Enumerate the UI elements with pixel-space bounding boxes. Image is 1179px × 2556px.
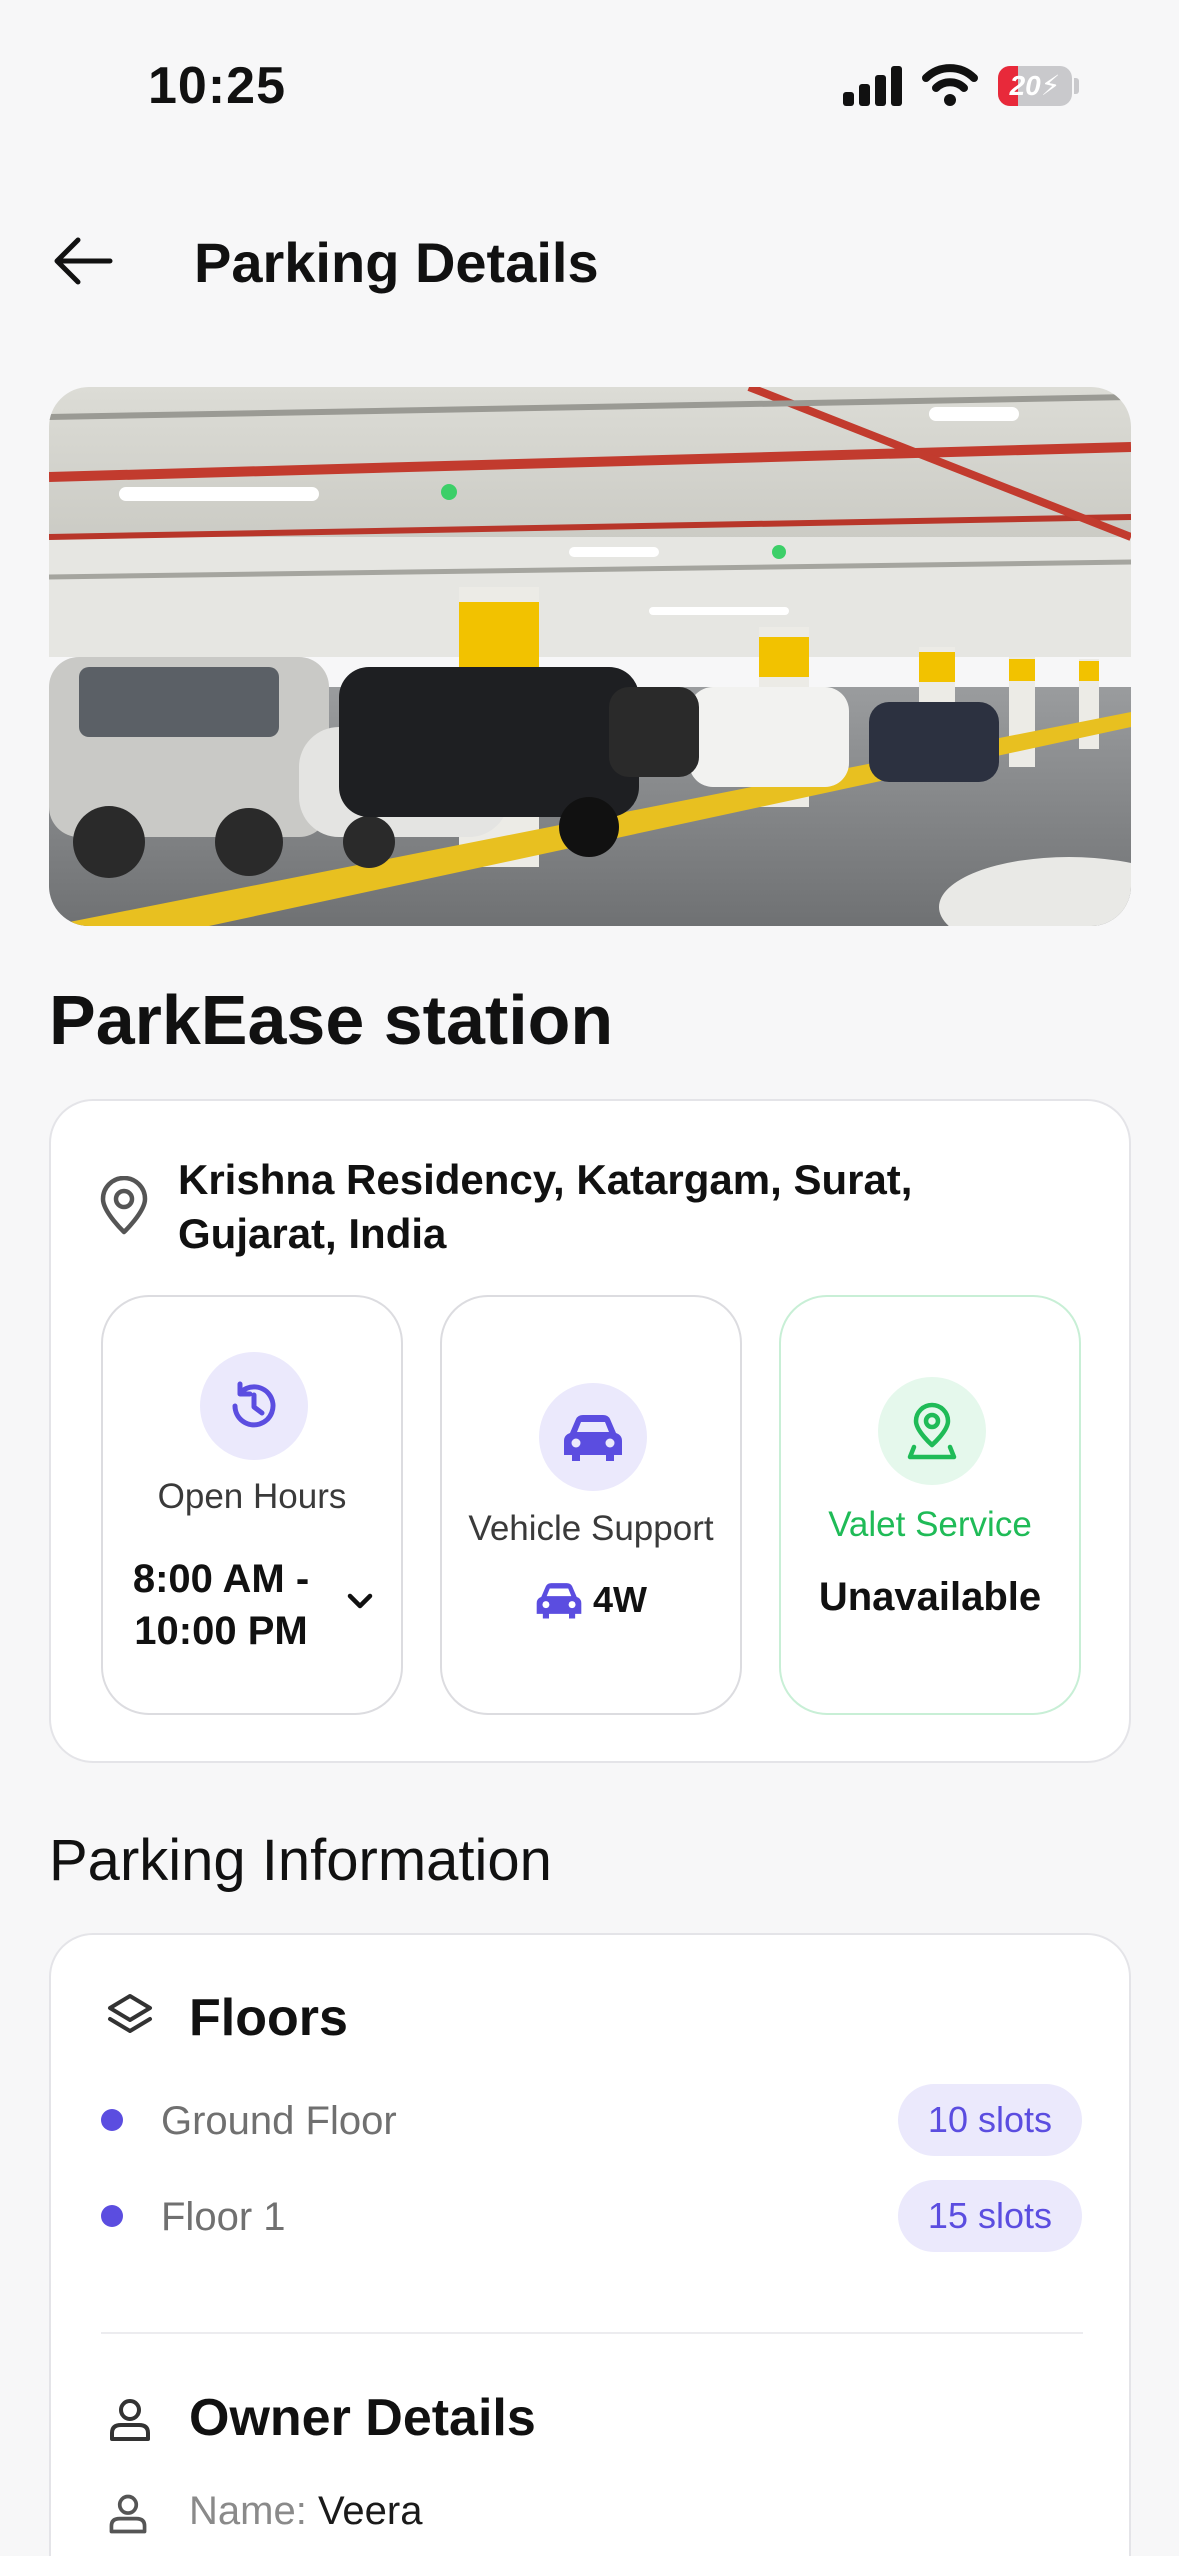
floor-bullet [101,2205,123,2227]
wifi-icon [922,64,978,106]
valet-pin-icon [907,1402,957,1460]
slots-badge: 10 slots [897,2084,1082,2156]
owner-name-value: Veera [317,2489,423,2533]
page-title: Parking Details [194,231,599,294]
location-pin-icon [100,1176,148,1235]
car-small-icon [536,1583,582,1619]
address-text: Krishna Residency, Katargam, Surat, Guja… [178,1156,913,1257]
valet-service-value: Unavailable [818,1575,1042,1619]
divider [101,2332,1083,2334]
history-clock-icon [232,1381,276,1428]
vehicle-support-value-row: 4W [442,1579,740,1621]
open-hours-tile[interactable]: Open Hours 8:00 AM - 10:00 PM [101,1295,403,1715]
car-icon [564,1415,622,1461]
status-bar: 10:25 20⚡ [0,0,1179,175]
valet-pin-icon-bg [878,1377,986,1485]
owner-details-title: Owner Details [189,2389,536,2447]
owner-name-label: Name: [189,2489,307,2533]
station-name: ParkEase station [49,981,614,1059]
parking-information-card: Floors Ground Floor 10 slots Floor 1 15 … [49,1933,1131,2556]
car-icon-bg [539,1383,647,1491]
floor-row: Ground Floor 10 slots [51,2084,1129,2156]
floor-row: Floor 1 15 slots [51,2180,1129,2252]
floor-name: Floor 1 [161,2195,286,2239]
owner-name-row: Name: Veera [189,2487,422,2535]
battery-indicator: 20⚡ [998,66,1079,106]
vehicle-support-label: Vehicle Support [468,1509,714,1548]
person-icon [109,2494,147,2534]
layers-icon [108,1994,152,2033]
vehicle-support-value: 4W [593,1579,647,1620]
open-hours-value: 8:00 AM - 10:00 PM [132,1557,310,1653]
floors-title: Floors [189,1989,348,2047]
valet-service-tile: Valet Service Unavailable [779,1295,1081,1715]
slots-badge: 15 slots [897,2180,1082,2252]
location-card: Krishna Residency, Katargam, Surat, Guja… [49,1099,1131,1763]
valet-service-label: Valet Service [828,1505,1032,1544]
signal-icon [843,66,902,106]
history-clock-icon-bg [200,1352,308,1460]
chevron-down-icon[interactable] [345,1591,375,1611]
battery-level: 20 [1009,70,1041,101]
open-hours-label: Open Hours [157,1477,347,1516]
parking-information-title: Parking Information [49,1828,552,1893]
vehicle-support-tile: Vehicle Support 4W [440,1295,742,1715]
floor-name: Ground Floor [161,2099,397,2143]
floor-bullet [101,2109,123,2131]
user-icon [110,2399,150,2441]
status-time: 10:25 [148,57,286,115]
back-arrow-icon[interactable] [50,228,116,294]
parking-photo [49,387,1131,926]
